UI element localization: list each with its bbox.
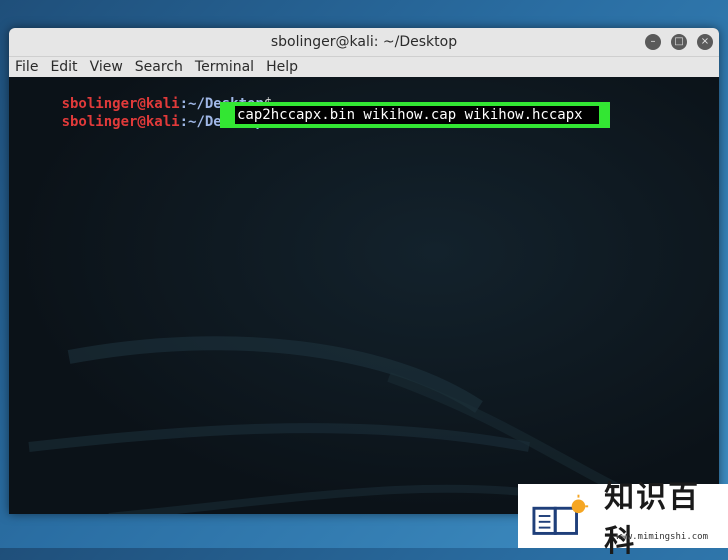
close-button[interactable]: × (697, 34, 713, 50)
minimize-button[interactable]: – (645, 34, 661, 50)
terminal-window: sbolinger@kali: ~/Desktop – □ × File Edi… (9, 28, 719, 514)
watermark-url: www.mimingshi.com (615, 532, 708, 542)
window-controls: – □ × (645, 34, 713, 50)
prompt-user: sbolinger@kali (61, 114, 180, 130)
command-highlight: cap2hccapx.bin wikihow.cap wikihow.hccap… (220, 102, 610, 128)
watermark-logo: 知识百科 www.mimingshi.com (518, 480, 728, 559)
menu-terminal[interactable]: Terminal (189, 57, 260, 77)
highlighted-command: cap2hccapx.bin wikihow.cap wikihow.hccap… (235, 106, 599, 124)
menu-file[interactable]: File (9, 57, 44, 77)
menu-view[interactable]: View (84, 57, 129, 77)
terminal-output[interactable]: sbolinger@kali:~/Desktop$ sbolinger@kali… (9, 77, 719, 514)
title-bar[interactable]: sbolinger@kali: ~/Desktop – □ × (9, 28, 719, 57)
menu-edit[interactable]: Edit (44, 57, 83, 77)
book-lightbulb-icon (532, 494, 589, 535)
menu-search[interactable]: Search (129, 57, 189, 77)
menu-help[interactable]: Help (260, 57, 304, 77)
maximize-button[interactable]: □ (671, 34, 687, 50)
menu-bar: File Edit View Search Terminal Help (9, 57, 719, 78)
window-title: sbolinger@kali: ~/Desktop (270, 34, 458, 50)
watermark-text: 知识百科 (604, 480, 701, 559)
